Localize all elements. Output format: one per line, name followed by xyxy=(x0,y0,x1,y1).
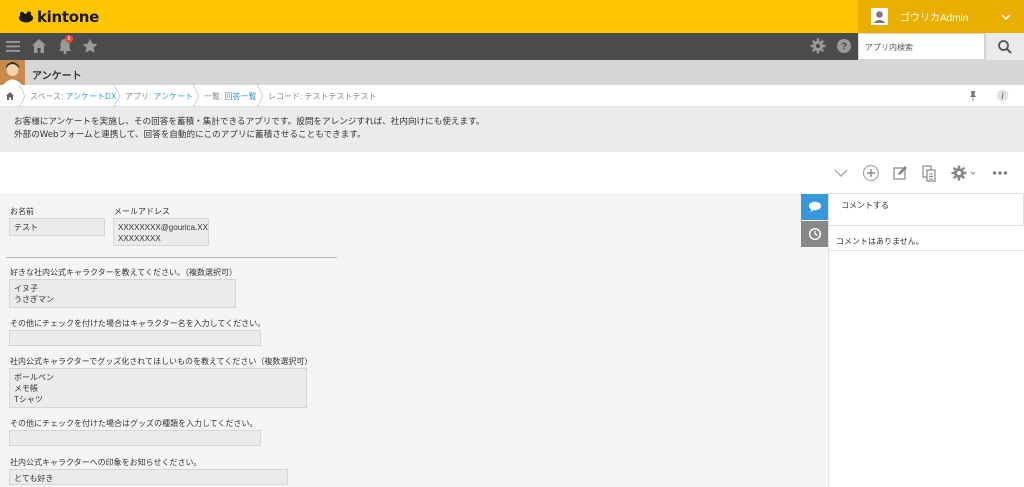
email-value-line: XXXXXXXX@gourica.XX xyxy=(118,223,208,232)
no-comments-text: コメントはありません。 xyxy=(836,237,924,246)
breadcrumb-view[interactable]: 一覧: 回答一覧 xyxy=(204,91,256,102)
settings-icon[interactable] xyxy=(950,164,978,182)
breadcrumb-separator xyxy=(18,85,26,107)
breadcrumb-separator xyxy=(256,85,264,107)
goods-wish-value: ボールペン メモ帳 Tシャツ xyxy=(9,368,307,408)
email-field-label: メールアドレス xyxy=(114,207,170,216)
goods-wish-option: Tシャツ xyxy=(14,395,43,404)
other-goods-label: その他にチェックを付けた場合はグッズの種類を入力してください。 xyxy=(10,419,258,428)
user-avatar-icon xyxy=(871,8,888,25)
chevron-down-icon[interactable] xyxy=(832,164,850,182)
notification-badge: 5 xyxy=(65,35,73,43)
edit-icon[interactable] xyxy=(891,164,909,182)
user-name: ゴウリカAdmin xyxy=(900,13,969,24)
app-description: お客様にアンケートを実施し、その回答を蓄積・集計できるアプリです。設問をアレンジ… xyxy=(0,107,1024,152)
breadcrumb-record: レコード: テストテストテスト xyxy=(268,92,377,101)
app-search-input[interactable]: アプリ内検索 xyxy=(858,33,985,60)
history-icon xyxy=(808,227,821,241)
search-button[interactable] xyxy=(985,33,1024,60)
kintone-logo[interactable]: kintone xyxy=(18,8,99,26)
impression-label: 社内公式キャラクターへの印象をお知らせください。 xyxy=(10,458,202,467)
user-menu[interactable]: ゴウリカAdmin xyxy=(858,0,1024,33)
name-field-value: テスト xyxy=(9,218,105,236)
goods-wish-option: メモ帳 xyxy=(14,384,38,393)
gear-icon[interactable] xyxy=(809,37,827,55)
copy-icon[interactable] xyxy=(920,164,938,182)
comment-input[interactable]: コメントする xyxy=(828,193,1024,226)
breadcrumb-separator xyxy=(113,85,121,107)
search-icon xyxy=(998,39,1012,54)
breadcrumb-app[interactable]: アプリ: アンケート xyxy=(125,91,193,102)
other-goods-value xyxy=(9,430,261,446)
favorite-character-option: うさぎマン xyxy=(14,295,54,304)
breadcrumb-space[interactable]: スペース: アンケートDX xyxy=(30,91,116,102)
description-line: お客様にアンケートを実施し、その回答を蓄積・集計できるアプリです。設問をアレンジ… xyxy=(14,117,485,127)
app-title: アンケート xyxy=(32,71,82,82)
help-icon[interactable]: ? xyxy=(835,37,853,55)
pin-icon[interactable] xyxy=(968,90,978,102)
home-icon[interactable] xyxy=(30,37,48,55)
description-line: 外部のWebフォームと連携して、回答を自動的にこのアプリに蓄積させることもできま… xyxy=(14,130,366,140)
logo-mark-icon xyxy=(19,11,33,23)
goods-wish-option: ボールペン xyxy=(14,373,54,382)
chevron-down-icon xyxy=(1001,13,1011,20)
app-header xyxy=(0,60,1024,85)
other-character-label: その他にチェックを付けた場合はキャラクター名を入力してください。 xyxy=(10,319,266,328)
email-value-line: XXXXXXXX xyxy=(118,234,161,243)
star-icon[interactable] xyxy=(81,37,99,55)
comment-divider xyxy=(828,250,1024,251)
goods-wish-label: 社内公式キャラクターでグッズ化されてほしいものを教えてください（複数選択可） xyxy=(10,357,313,366)
favorite-character-label: 好きな社内公式キャラクターを教えてください。（複数選択可） xyxy=(10,268,238,277)
comment-icon xyxy=(808,201,821,212)
home-icon[interactable] xyxy=(5,91,15,101)
breadcrumb-separator xyxy=(192,85,200,107)
form-divider xyxy=(6,257,337,258)
svg-text:?: ? xyxy=(841,42,847,53)
add-record-icon[interactable] xyxy=(862,164,880,182)
comments-tab[interactable] xyxy=(801,194,828,220)
favorite-character-option: イヌ子 xyxy=(14,284,38,293)
more-options-icon[interactable] xyxy=(991,164,1009,182)
name-field-label: お名前 xyxy=(10,207,34,216)
favorite-character-value: イヌ子 うさぎマン xyxy=(9,279,236,308)
impression-value: とても好き xyxy=(9,469,288,485)
logo-text: kintone xyxy=(37,8,100,26)
email-field-value: XXXXXXXX@gourica.XX XXXXXXXX xyxy=(113,218,209,246)
menu-icon[interactable] xyxy=(4,37,22,55)
other-character-value xyxy=(9,330,261,346)
history-tab[interactable] xyxy=(801,221,828,247)
app-icon[interactable] xyxy=(0,60,25,85)
info-icon[interactable]: i xyxy=(996,89,1009,102)
